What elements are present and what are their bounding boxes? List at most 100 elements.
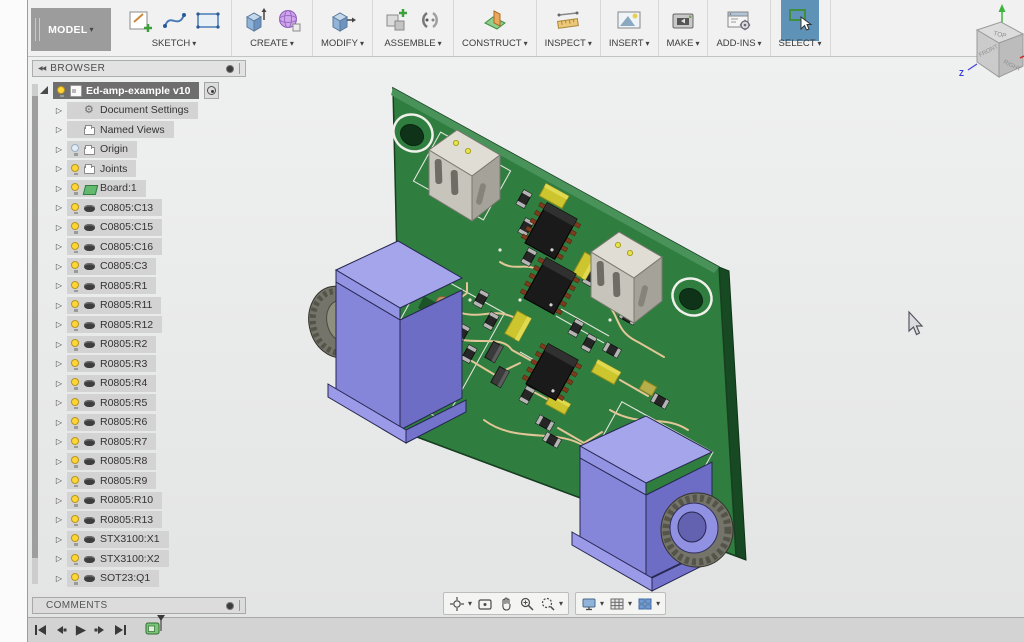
visibility-bulb-icon[interactable] xyxy=(71,242,79,250)
plane-icon[interactable] xyxy=(480,5,510,35)
joint-icon[interactable] xyxy=(415,5,445,35)
visibility-bulb-icon[interactable] xyxy=(71,456,79,464)
spline-icon[interactable] xyxy=(159,5,189,35)
expand-arrow-icon[interactable]: ▷ xyxy=(54,164,64,173)
visibility-bulb-icon[interactable] xyxy=(71,554,79,562)
visibility-bulb-icon[interactable] xyxy=(71,144,79,152)
visibility-bulb-icon[interactable] xyxy=(71,320,79,328)
visibility-bulb-icon[interactable] xyxy=(71,261,79,269)
visibility-bulb-icon[interactable] xyxy=(71,359,79,367)
expand-arrow-icon[interactable]: ▷ xyxy=(54,457,64,466)
extrude-icon[interactable] xyxy=(240,5,270,35)
browser-item[interactable]: ▷ R0805:R5 xyxy=(54,393,246,412)
chevron-down-icon[interactable]: ▾ xyxy=(600,599,604,608)
chevron-down-icon[interactable]: ▾ xyxy=(468,599,472,608)
group-label-insert[interactable]: INSERT▾ xyxy=(609,38,650,49)
panel-options-icon[interactable] xyxy=(226,602,234,610)
activate-component-radio[interactable] xyxy=(204,82,219,99)
visibility-bulb-icon[interactable] xyxy=(71,476,79,484)
group-label-modify[interactable]: MODIFY▾ xyxy=(321,38,364,49)
visibility-bulb-icon[interactable] xyxy=(71,437,79,445)
display-settings-button[interactable]: ▾ xyxy=(581,596,604,612)
browser-item[interactable]: ▷ Board:1 xyxy=(54,179,246,198)
chevron-down-icon[interactable]: ▾ xyxy=(656,599,660,608)
expand-arrow-icon[interactable]: ▷ xyxy=(54,496,64,505)
expand-arrow-icon[interactable]: ▷ xyxy=(54,106,64,115)
expand-arrow-icon[interactable]: ▷ xyxy=(54,554,64,563)
rectangle-icon[interactable] xyxy=(193,5,223,35)
step-forward-button[interactable] xyxy=(94,622,107,638)
browser-item[interactable]: ▷ R0805:R9 xyxy=(54,471,246,490)
audio-jack-1[interactable] xyxy=(302,241,466,443)
visibility-bulb-icon[interactable] xyxy=(71,378,79,386)
expand-arrow-icon[interactable]: ▷ xyxy=(54,398,64,407)
expand-arrow-icon[interactable]: ▷ xyxy=(54,281,64,290)
workspace-switcher-button[interactable]: MODEL ▾ xyxy=(31,8,111,51)
visibility-bulb-icon[interactable] xyxy=(71,300,79,308)
step-back-button[interactable] xyxy=(54,622,67,638)
visibility-bulb-icon[interactable] xyxy=(71,534,79,542)
browser-scrollbar[interactable] xyxy=(32,84,38,584)
expand-arrow-icon[interactable]: ▷ xyxy=(54,574,64,583)
orbit-button[interactable]: ▾ xyxy=(449,596,472,612)
zoom-button[interactable] xyxy=(519,596,535,612)
expand-arrow-icon[interactable]: ▷ xyxy=(54,535,64,544)
expand-arrow-icon[interactable]: ▷ xyxy=(54,262,64,271)
visibility-bulb-icon[interactable] xyxy=(71,515,79,523)
expand-arrow-icon[interactable]: ▷ xyxy=(54,145,64,154)
expand-arrow-icon[interactable]: ▷ xyxy=(54,242,64,251)
new-component-icon[interactable] xyxy=(381,5,411,35)
browser-item[interactable]: ▷ R0805:R4 xyxy=(54,374,246,393)
collapse-panel-icon[interactable]: ◀◀ xyxy=(38,65,45,72)
scrollbar-thumb[interactable] xyxy=(32,96,38,558)
browser-item[interactable]: ▷ Named Views xyxy=(54,120,246,139)
view-cube[interactable]: TOP FRONT RIGHT Z xyxy=(950,0,1024,100)
visibility-bulb-icon[interactable] xyxy=(71,222,79,230)
browser-item[interactable]: ▷ C0805:C3 xyxy=(54,257,246,276)
visibility-bulb-icon[interactable] xyxy=(71,281,79,289)
group-label-inspect[interactable]: INSPECT▾ xyxy=(545,38,592,49)
visibility-bulb-icon[interactable] xyxy=(71,183,79,191)
visibility-bulb-icon[interactable] xyxy=(71,573,79,581)
browser-header[interactable]: ◀◀ BROWSER xyxy=(32,60,246,77)
browser-item[interactable]: ▷ R0805:R1 xyxy=(54,276,246,295)
expand-arrow-icon[interactable]: ▷ xyxy=(54,437,64,446)
measure-icon[interactable] xyxy=(553,5,583,35)
expand-arrow-icon[interactable]: ▷ xyxy=(54,223,64,232)
browser-item[interactable]: ▷ R0805:R12 xyxy=(54,315,246,334)
scripts-icon[interactable] xyxy=(724,5,754,35)
group-label-assemble[interactable]: ASSEMBLE▾ xyxy=(384,38,441,49)
visibility-bulb-icon[interactable] xyxy=(71,417,79,425)
browser-item[interactable]: ▷ R0805:R10 xyxy=(54,491,246,510)
visibility-bulb-icon[interactable] xyxy=(57,86,65,94)
expand-arrow-icon[interactable]: ▷ xyxy=(54,340,64,349)
browser-item[interactable]: ▷ C0805:C15 xyxy=(54,218,246,237)
panel-options-icon[interactable] xyxy=(226,65,234,73)
timeline-component-feature[interactable] xyxy=(144,614,168,642)
browser-item[interactable]: ▷ R0805:R13 xyxy=(54,510,246,529)
browser-item[interactable]: ▷ Joints xyxy=(54,159,246,178)
look-at-button[interactable] xyxy=(477,596,493,612)
form-icon[interactable] xyxy=(274,5,304,35)
visibility-bulb-icon[interactable] xyxy=(71,164,79,172)
browser-item[interactable]: ▷ SOT23:Q1 xyxy=(54,569,246,588)
browser-item[interactable]: ▷ Document Settings xyxy=(54,101,246,120)
expand-arrow-icon[interactable]: ▷ xyxy=(54,418,64,427)
browser-item[interactable]: ▷ R0805:R8 xyxy=(54,452,246,471)
group-label-select[interactable]: SELECT▾ xyxy=(779,38,822,49)
expand-arrow-icon[interactable]: ▷ xyxy=(54,320,64,329)
expand-arrow-icon[interactable]: ▷ xyxy=(54,203,64,212)
group-label-make[interactable]: MAKE▾ xyxy=(667,38,700,49)
expand-arrow-icon[interactable]: ▷ xyxy=(54,301,64,310)
select-cursor-icon[interactable] xyxy=(781,0,819,41)
browser-item[interactable]: ▷ STX3100:X2 xyxy=(54,549,246,568)
browser-item[interactable]: ▷ Origin xyxy=(54,140,246,159)
expand-arrow-icon[interactable]: ▷ xyxy=(54,125,64,134)
browser-item[interactable]: ▷ C0805:C16 xyxy=(54,237,246,256)
browser-item[interactable]: ▷ R0805:R2 xyxy=(54,335,246,354)
play-button[interactable] xyxy=(74,622,87,638)
group-label-addins[interactable]: ADD-INS▾ xyxy=(716,38,761,49)
expand-arrow-icon[interactable]: ▷ xyxy=(54,515,64,524)
visibility-bulb-icon[interactable] xyxy=(71,495,79,503)
browser-item[interactable]: ▷ STX3100:X1 xyxy=(54,530,246,549)
